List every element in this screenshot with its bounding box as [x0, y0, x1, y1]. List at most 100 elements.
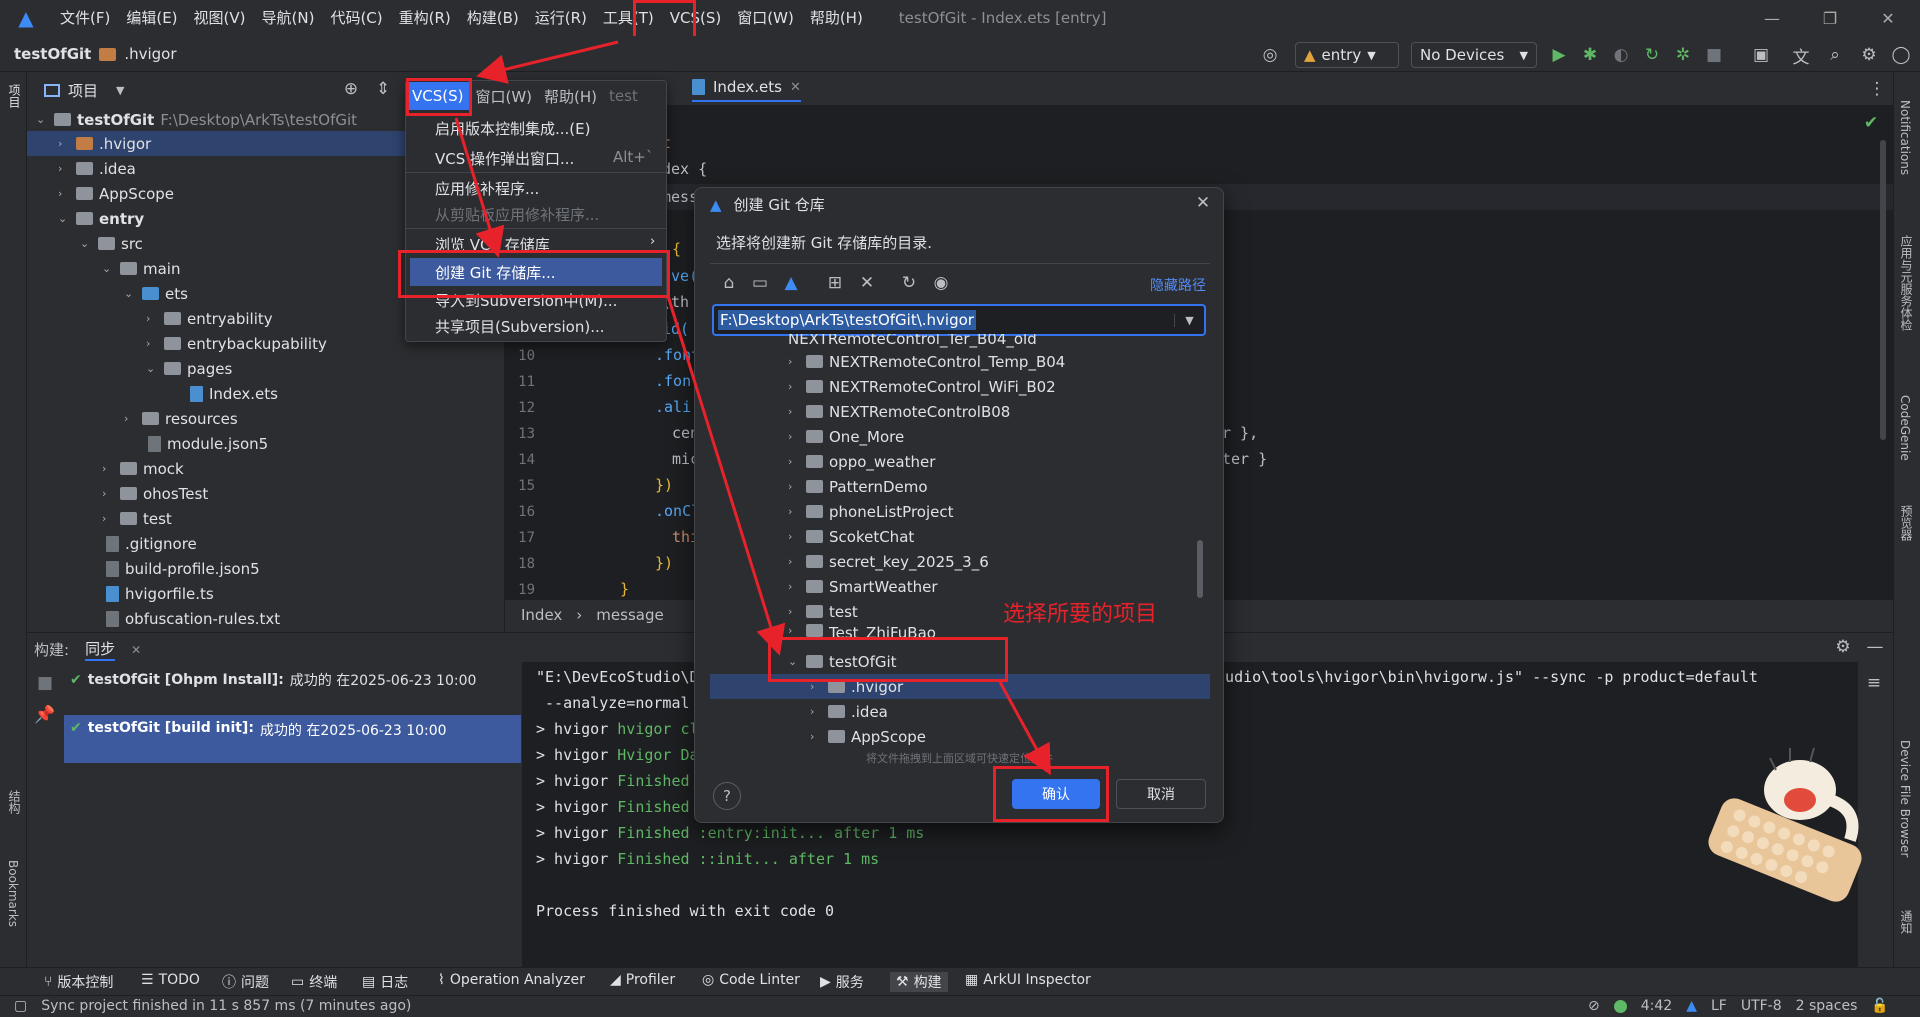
dialog-tree-scrollbar[interactable]: [1197, 540, 1203, 598]
search-icon[interactable]: ⌕: [1824, 44, 1846, 66]
dialog-tree-item[interactable]: › .idea: [710, 699, 1210, 724]
toolwin-arkui-inspector[interactable]: ▦ ArkUI Inspector: [965, 972, 1091, 988]
settings-gear-icon[interactable]: ⚙: [1858, 44, 1880, 66]
strip-notes[interactable]: 通知: [1898, 910, 1915, 934]
menu-build[interactable]: 构建(B): [459, 0, 527, 36]
close-dialog-icon[interactable]: ✕: [1192, 192, 1214, 214]
menu-window[interactable]: 窗口(W): [729, 0, 802, 36]
cancel-button[interactable]: 取消: [1116, 779, 1206, 809]
tree-item-resources[interactable]: › resources: [124, 406, 238, 431]
account-icon[interactable]: ◯: [1890, 44, 1912, 66]
toolwin-problems[interactable]: ⓘ 问题: [222, 972, 269, 992]
dialog-tree-item[interactable]: › phoneListProject: [710, 499, 1210, 524]
dialog-tree-item[interactable]: › ScoketChat: [710, 524, 1210, 549]
desktop-icon[interactable]: ▭: [749, 272, 771, 294]
chevron-down-icon[interactable]: ▼: [116, 84, 124, 97]
dialog-tree-item[interactable]: › NEXTRemoteControl_WiFi_B02: [710, 374, 1210, 399]
strip-device-file-browser[interactable]: Device File Browser: [1898, 740, 1912, 857]
refresh-icon[interactable]: ↻: [898, 272, 920, 294]
menu-apply-patch-clipboard[interactable]: 从剪贴板应用修补程序...: [435, 204, 599, 225]
attach-debugger-icon[interactable]: ✲: [1672, 44, 1694, 66]
menu-help[interactable]: 帮助(H): [802, 0, 871, 36]
build-task-ohpm[interactable]: ✔ testOfGit [Ohpm Install]: 成功的 在2025-06…: [64, 666, 521, 693]
strip-previewer[interactable]: 预览器: [1898, 505, 1915, 541]
menu-run[interactable]: 运行(R): [527, 0, 595, 36]
menu-header-help[interactable]: 帮助(H): [538, 81, 603, 112]
menu-code[interactable]: 代码(C): [322, 0, 390, 36]
new-folder-icon[interactable]: ⊞: [824, 272, 846, 294]
chevron-down-icon[interactable]: ▼: [1174, 313, 1204, 327]
tree-item-mock[interactable]: › mock: [102, 456, 184, 481]
editor-scrollbar[interactable]: [1880, 140, 1886, 440]
pin-icon[interactable]: 📌: [34, 704, 56, 726]
close-tab-icon[interactable]: ✕: [131, 643, 141, 657]
strip-codegenie[interactable]: CodeGenie: [1898, 395, 1912, 461]
show-hidden-icon[interactable]: ◉: [930, 272, 952, 294]
device-select[interactable]: No Devices ▼: [1411, 42, 1537, 68]
menu-header-window[interactable]: 窗口(W): [469, 81, 538, 112]
status-line-separator[interactable]: LF: [1711, 998, 1727, 1014]
stop-build-icon[interactable]: ■: [34, 672, 56, 694]
toolwin-build[interactable]: ⚒ 构建: [890, 972, 948, 992]
tree-item-hvigor[interactable]: › .hvigor: [58, 131, 151, 156]
minimize-icon[interactable]: —: [1744, 0, 1800, 36]
collapse-all-icon[interactable]: ⇕: [372, 78, 394, 100]
build-tab-sync[interactable]: 同步: [85, 638, 116, 661]
strip-notifications[interactable]: Notifications: [1898, 100, 1912, 175]
menu-share-subversion[interactable]: 共享项目(Subversion)...: [435, 316, 605, 337]
module-select[interactable]: ▲ entry ▼: [1295, 42, 1399, 68]
tree-item-pages[interactable]: ⌄ pages: [146, 356, 232, 381]
toolwin-code-linter[interactable]: ◎ Code Linter: [702, 972, 800, 988]
code-breadcrumb-item[interactable]: Index: [521, 606, 562, 624]
home-icon[interactable]: ⌂: [718, 272, 740, 294]
breadcrumb-folder[interactable]: .hvigor: [124, 45, 176, 63]
translate-icon[interactable]: 文: [1790, 44, 1812, 68]
status-position[interactable]: 4:42: [1641, 998, 1672, 1014]
menu-refactor[interactable]: 重构(R): [391, 0, 459, 36]
tree-item-src[interactable]: ⌄ src: [80, 231, 143, 256]
strip-bookmarks[interactable]: Bookmarks: [6, 860, 20, 927]
tree-root[interactable]: ⌄ testOfGit F:\Desktop\ArkTs\testOfGit: [36, 107, 357, 132]
wrap-lines-icon[interactable]: ≡: [1863, 672, 1885, 694]
tree-item-idea[interactable]: › .idea: [58, 156, 136, 181]
dialog-tree-item[interactable]: › PatternDemo: [710, 474, 1210, 499]
menu-apply-patch[interactable]: 应用修补程序...: [435, 178, 539, 199]
toolwin-terminal[interactable]: ▭ 终端: [291, 972, 337, 992]
hide-path-link[interactable]: 隐藏路径: [1150, 275, 1206, 295]
close-tab-icon[interactable]: ✕: [790, 80, 801, 95]
dialog-tree-item[interactable]: › NEXTRemoteControlB08: [710, 399, 1210, 424]
tree-item-obfuscation-rules[interactable]: obfuscation-rules.txt: [106, 606, 280, 631]
status-indent[interactable]: 2 spaces: [1796, 998, 1858, 1014]
tree-item-entrybackupability[interactable]: › entrybackupability: [146, 331, 327, 356]
delete-icon[interactable]: ✕: [856, 272, 878, 294]
menu-navigate[interactable]: 导航(N): [254, 0, 323, 36]
menu-enable-vcs[interactable]: 启用版本控制集成...(E): [435, 118, 591, 139]
dialog-tree-item[interactable]: › oppo_weather: [710, 449, 1210, 474]
minimize-panel-icon[interactable]: —: [1864, 636, 1886, 658]
project-icon[interactable]: ▲: [780, 272, 802, 294]
code-breadcrumb-item[interactable]: message: [596, 606, 663, 624]
restore-icon[interactable]: ❐: [1802, 0, 1858, 36]
editor-tab-index[interactable]: Index.ets ✕: [692, 78, 801, 102]
toolwin-operation-analyzer[interactable]: ⌇ Operation Analyzer: [438, 972, 585, 988]
profile-icon[interactable]: ◐: [1610, 44, 1632, 66]
project-panel-title[interactable]: 项目: [68, 80, 98, 101]
menu-edit[interactable]: 编辑(E): [118, 0, 185, 36]
dialog-tree-item[interactable]: › NEXTRemoteControl_Temp_B04: [710, 349, 1210, 374]
status-encoding[interactable]: UTF-8: [1741, 998, 1782, 1014]
device-manager-icon[interactable]: ▣: [1750, 44, 1772, 66]
tree-item-entryability[interactable]: › entryability: [146, 306, 273, 331]
panel-toggle-icon[interactable]: ▢: [14, 998, 27, 1014]
dialog-tree-item[interactable]: › One_More: [710, 424, 1210, 449]
target-icon[interactable]: ◎: [1259, 44, 1281, 66]
no-inspection-icon[interactable]: ⊘: [1588, 998, 1600, 1014]
tree-item-appscope[interactable]: › AppScope: [58, 181, 174, 206]
status-message[interactable]: Sync project finished in 11 s 857 ms (7 …: [41, 998, 411, 1014]
sync-icon[interactable]: ↻: [1641, 44, 1663, 66]
menu-view[interactable]: 视图(V): [186, 0, 254, 36]
dialog-tree-item[interactable]: › secret_key_2025_3_6: [710, 549, 1210, 574]
close-window-icon[interactable]: ✕: [1860, 0, 1916, 36]
toolwin-services[interactable]: ▶ 服务: [820, 972, 864, 992]
strip-app-check[interactable]: 应用与元服务体检: [1898, 235, 1915, 331]
tree-item-main[interactable]: ⌄ main: [102, 256, 180, 281]
